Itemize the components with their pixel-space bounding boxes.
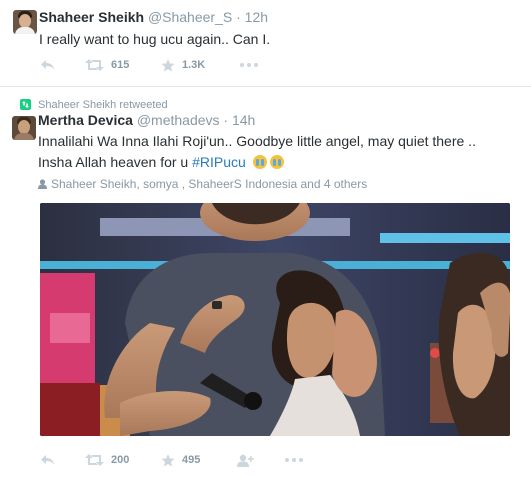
tweet-text: I really want to hug ucu again.. Can I. xyxy=(39,31,271,47)
hashtag-link[interactable]: #RIPucu xyxy=(192,154,246,170)
user-fullname[interactable]: Mertha Devica xyxy=(38,112,133,128)
tweet-text-fragment: Insha Allah heaven for u xyxy=(38,154,193,170)
favorite-icon xyxy=(161,58,175,72)
favorite-button[interactable]: 1.3K xyxy=(161,57,205,73)
favorite-count: 1.3K xyxy=(182,59,206,71)
timestamp[interactable]: 12h xyxy=(245,9,268,25)
avatar[interactable] xyxy=(13,10,37,34)
reply-icon xyxy=(41,455,54,465)
reply-icon xyxy=(41,60,54,70)
reply-button[interactable] xyxy=(40,452,55,468)
reply-button[interactable] xyxy=(40,57,55,73)
favorite-button[interactable]: 495 xyxy=(161,452,200,468)
tweet-header: Mertha Devica @methadevs · 14h xyxy=(38,112,255,128)
retweet-count: 200 xyxy=(111,454,130,466)
user-handle[interactable]: @methadevs xyxy=(137,112,220,128)
tweet[interactable]: Shaheer Sheikh @Shaheer_S · 12h I really… xyxy=(0,0,531,87)
crying-emoji xyxy=(252,155,267,169)
follow-button[interactable] xyxy=(237,452,254,468)
retweet-context: Shaheer Sheikh retweeted xyxy=(20,99,168,111)
timeline: Shaheer Sheikh @Shaheer_S · 12h I really… xyxy=(0,0,531,477)
favorite-icon xyxy=(161,453,175,467)
more-icon xyxy=(240,63,258,67)
retweeters-context[interactable]: Shaheer Sheikh, somya , ShaheerS Indones… xyxy=(38,177,367,191)
retweet-icon xyxy=(85,454,104,466)
tweet-photo[interactable] xyxy=(40,203,510,436)
tweet-text-line: Innalilahi Wa Inna Ilahi Roji'un.. Goodb… xyxy=(38,133,476,149)
tweet[interactable]: Shaheer Sheikh retweeted Mertha Devica @… xyxy=(0,87,531,477)
retweet-button[interactable]: 200 xyxy=(85,452,129,468)
separator: · xyxy=(223,112,229,128)
avatar[interactable] xyxy=(12,116,36,140)
user-handle[interactable]: @Shaheer_S xyxy=(148,9,232,25)
retweet-badge-icon xyxy=(20,99,31,110)
retweet-count: 615 xyxy=(111,59,130,71)
follow-icon xyxy=(237,454,254,467)
favorite-count: 495 xyxy=(182,454,201,466)
separator: · xyxy=(236,9,241,25)
more-button[interactable] xyxy=(285,452,303,468)
retweeters-text: Shaheer Sheikh, somya , ShaheerS Indones… xyxy=(51,177,368,191)
retweeted-by-label[interactable]: Shaheer Sheikh retweeted xyxy=(38,99,168,111)
crying-emoji xyxy=(269,155,284,169)
tweet-photo-image xyxy=(40,203,510,436)
person-icon xyxy=(38,179,47,189)
user-fullname[interactable]: Shaheer Sheikh xyxy=(39,9,144,25)
timestamp[interactable]: 14h xyxy=(232,112,255,128)
tweet-text-line: Insha Allah heaven for u #RIPucu xyxy=(38,152,518,173)
tweet-header: Shaheer Sheikh @Shaheer_S · 12h xyxy=(39,9,268,25)
tweet-text: Innalilahi Wa Inna Ilahi Roji'un.. Goodb… xyxy=(38,131,518,173)
more-icon xyxy=(285,458,303,462)
retweet-button[interactable]: 615 xyxy=(85,57,129,73)
more-button[interactable] xyxy=(240,57,258,73)
retweet-icon xyxy=(85,59,104,71)
